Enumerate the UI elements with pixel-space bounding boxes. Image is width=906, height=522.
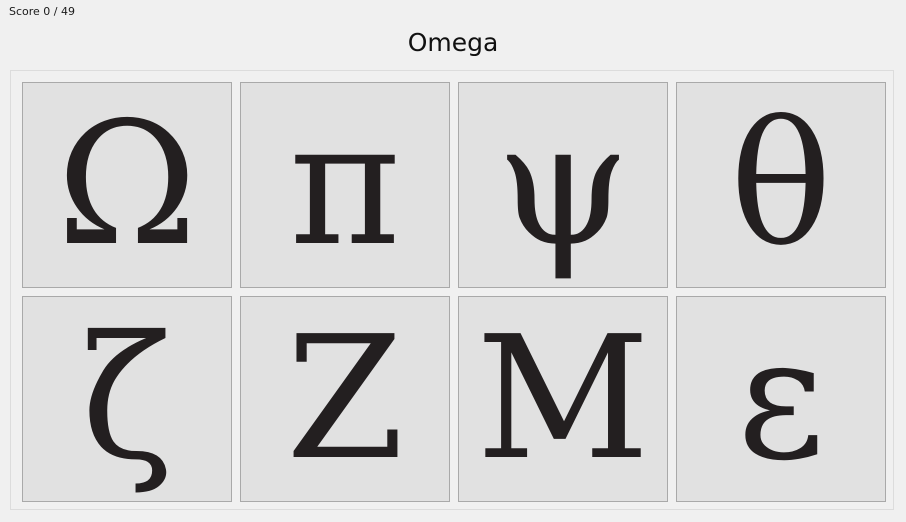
tile-theta[interactable]: θ	[676, 82, 886, 288]
pi-glyph-icon: π	[289, 86, 401, 284]
tile-grid: Ω π ψ θ ζ Z M ε	[10, 70, 894, 510]
omega-glyph-icon: Ω	[56, 86, 198, 284]
tile-capital-zeta[interactable]: Z	[240, 296, 450, 502]
tile-zeta[interactable]: ζ	[22, 296, 232, 502]
zeta-glyph-icon: ζ	[80, 300, 174, 498]
score-label: Score 0 / 49	[9, 5, 75, 18]
psi-glyph-icon: ψ	[496, 86, 630, 284]
tile-epsilon[interactable]: ε	[676, 296, 886, 502]
target-symbol-prompt: Omega	[407, 28, 499, 57]
capital-mu-glyph-icon: M	[475, 300, 651, 498]
tile-omega[interactable]: Ω	[22, 82, 232, 288]
theta-glyph-icon: θ	[729, 86, 833, 284]
epsilon-glyph-icon: ε	[736, 300, 826, 498]
tile-capital-mu[interactable]: M	[458, 296, 668, 502]
tile-psi[interactable]: ψ	[458, 82, 668, 288]
capital-zeta-glyph-icon: Z	[285, 300, 405, 498]
tile-pi[interactable]: π	[240, 82, 450, 288]
